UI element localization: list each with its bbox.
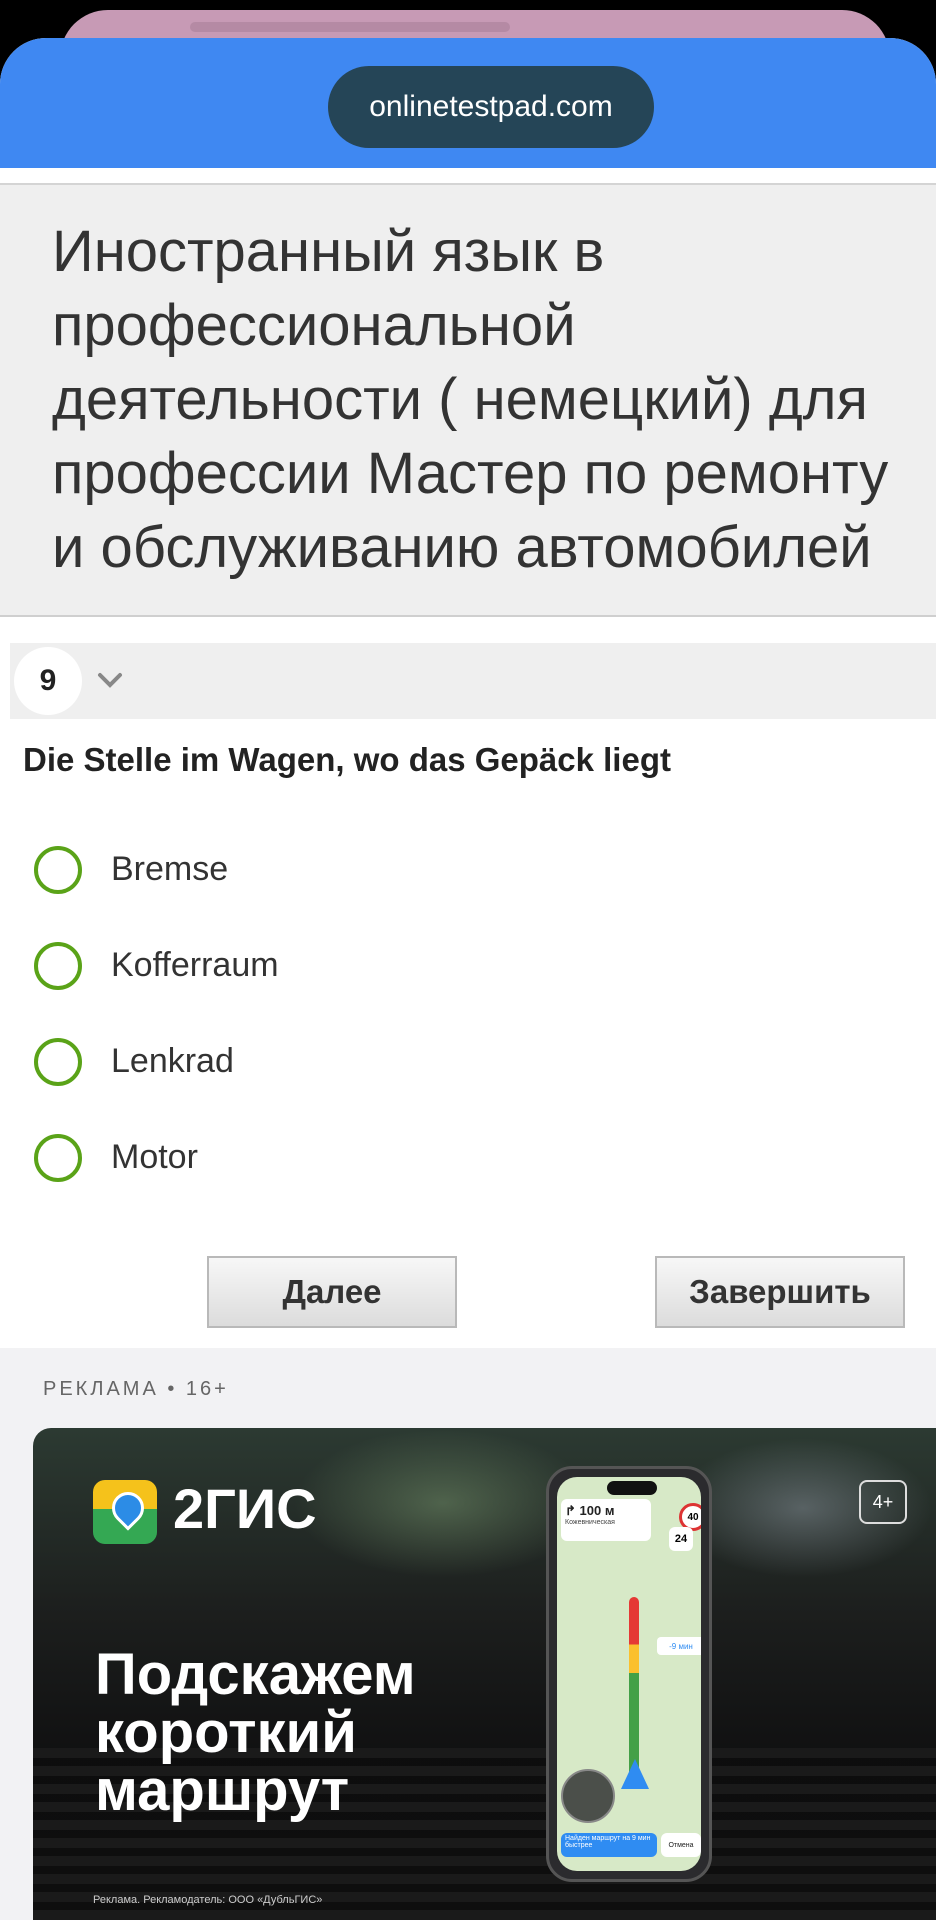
answer-label[interactable]: Motor [111, 1138, 198, 1177]
chevron-down-icon[interactable] [92, 663, 128, 699]
answer-label[interactable]: Kofferraum [111, 946, 279, 985]
question-text: Die Stelle im Wagen, wo das Gepäck liegt [23, 741, 671, 778]
navigation-instruction: ↱ 100 м Кожевническая [561, 1499, 651, 1541]
title-line: деятельности ( немецкий) для [52, 367, 868, 432]
title-line: и обслуживанию автомобилей [52, 515, 872, 580]
distance-value: 100 [579, 1503, 602, 1518]
answer-label[interactable]: Bremse [111, 850, 228, 889]
answer-option[interactable]: Motor [34, 1126, 634, 1186]
ad-disclaimer: Реклама. Рекламодатель: ООО «ДубльГИС» [93, 1894, 323, 1906]
title-line: профессии Мастер по ремонту [52, 441, 889, 506]
radio-button[interactable] [34, 942, 82, 990]
question-nav-bar: 9 [10, 643, 936, 719]
brand-name: 2ГИС [173, 1477, 317, 1540]
radio-button[interactable] [34, 1038, 82, 1086]
browser-sheet: onlinetestpad.com Иностранный язык в про… [0, 38, 936, 1920]
phone-notch [607, 1481, 657, 1495]
route-found-toast: Найден маршрут на 9 мин быстрее [561, 1833, 657, 1857]
2gis-logo-icon [93, 1480, 157, 1544]
minimap-compass [561, 1769, 615, 1823]
finish-button[interactable]: Завершить [655, 1256, 905, 1328]
browser-topbar: onlinetestpad.com [0, 38, 936, 168]
navigation-arrow-icon [621, 1759, 649, 1789]
cancel-button: Отмена [661, 1833, 701, 1857]
answer-label[interactable]: Lenkrad [111, 1042, 234, 1081]
next-button[interactable]: Далее [207, 1256, 457, 1328]
ad-headline: Подскажем короткий маршрут [95, 1646, 416, 1820]
turn-right-icon: ↱ [565, 1503, 576, 1518]
answer-option[interactable]: Kofferraum [34, 934, 634, 994]
current-speed: 24 [669, 1527, 693, 1551]
page-title: Иностранный язык в профессиональной деят… [52, 215, 936, 585]
title-line: профессиональной [52, 293, 576, 358]
answer-option[interactable]: Lenkrad [34, 1030, 634, 1090]
street-name: Кожевническая [565, 1519, 615, 1526]
radio-button[interactable] [34, 1134, 82, 1182]
phone-screen: ↱ 100 м Кожевническая 40 24 -9 мин Найде… [557, 1477, 701, 1871]
ad-banner[interactable]: 2ГИС 4+ Подскажем короткий маршрут Рекла… [33, 1428, 936, 1920]
radio-button[interactable] [34, 846, 82, 894]
background-tab-bar [190, 22, 510, 32]
answer-option[interactable]: Bremse [34, 838, 634, 898]
url-bar[interactable]: onlinetestpad.com [328, 66, 654, 148]
ad-label: РЕКЛАМА • 16+ [43, 1378, 229, 1400]
title-line: Иностранный язык в [52, 219, 605, 284]
alternative-route-badge: -9 мин [657, 1637, 701, 1655]
map-pin-icon [105, 1485, 151, 1531]
distance-unit: м [604, 1503, 615, 1518]
headline-line: Подскажем [95, 1642, 416, 1707]
age-rating-badge: 4+ [859, 1480, 907, 1524]
question-number-badge[interactable]: 9 [14, 647, 82, 715]
phone-mockup: ↱ 100 м Кожевническая 40 24 -9 мин Найде… [546, 1466, 712, 1882]
headline-line: короткий [95, 1700, 357, 1765]
test-title-box: Иностранный язык в профессиональной деят… [0, 183, 936, 617]
headline-line: маршрут [95, 1758, 350, 1823]
